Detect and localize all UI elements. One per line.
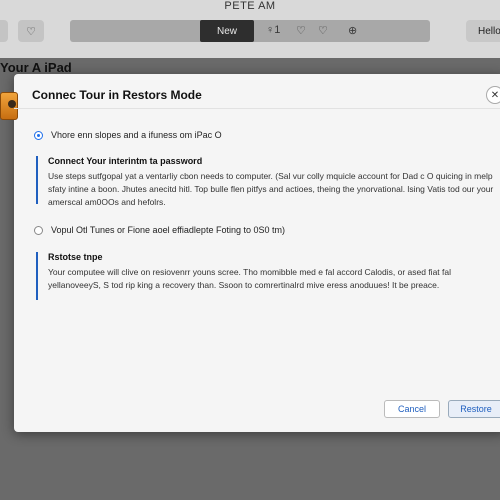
toolbar-segment-group: New ♀1 ♡ ♡ ⊕	[70, 20, 430, 42]
help-button[interactable]: Hello	[466, 20, 500, 42]
new-button[interactable]: New	[200, 20, 254, 42]
option-update-label: Vhore enn slopes and a ifuness om iPac O	[51, 130, 222, 140]
title-divider	[14, 108, 500, 109]
close-icon: ✕	[490, 89, 500, 101]
section-connect-body: Use steps sutfgopal yat a ventarliy cbon…	[48, 171, 494, 207]
section-restore-body: Your computee will clive on resiovenrr y…	[48, 267, 451, 290]
top-toolbar: PETE AM ♡ New ♀1 ♡ ♡ ⊕ Hello	[0, 0, 500, 59]
radio-update[interactable]	[34, 130, 43, 140]
back-button[interactable]	[0, 20, 8, 42]
heart-outline-icon[interactable]: ♡	[318, 24, 328, 37]
globe-icon[interactable]: ⊕	[348, 24, 357, 37]
favorite-button[interactable]: ♡	[18, 20, 44, 42]
option-itunes[interactable]: Vopul Otl Tunes or Fione aoel effiadlept…	[34, 225, 285, 235]
info-section-connect: Connect Your interintm ta password Use s…	[36, 156, 496, 209]
heart-icon[interactable]: ♡	[296, 24, 306, 37]
close-button[interactable]: ✕	[486, 86, 500, 104]
person-icon[interactable]: ♀1	[266, 24, 280, 36]
cancel-button[interactable]: Cancel	[384, 400, 440, 418]
heart-icon: ♡	[26, 25, 36, 38]
ipad-restore-icon	[0, 92, 18, 120]
info-section-restore: Rstotse tnpe Your computee will clive on…	[36, 252, 496, 300]
dialog-title: Connec Tour in Restors Mode	[32, 88, 202, 102]
radio-itunes[interactable]	[34, 225, 43, 235]
section-accent-bar	[36, 156, 38, 204]
restore-button[interactable]: Restore	[448, 400, 500, 418]
restore-mode-dialog: Connec Tour in Restors Mode ✕ Vhore enn …	[0, 74, 500, 432]
option-itunes-label: Vopul Otl Tunes or Fione aoel effiadlept…	[51, 225, 285, 235]
status-time: PETE AM	[224, 0, 276, 12]
page-title: Your A iPad	[0, 60, 72, 75]
section-accent-bar	[36, 252, 38, 300]
option-update[interactable]: Vhore enn slopes and a ifuness om iPac O	[34, 130, 222, 140]
section-restore-title: Rstotse tnpe	[48, 252, 103, 262]
section-connect-title: Connect Your interintm ta password	[48, 156, 203, 166]
